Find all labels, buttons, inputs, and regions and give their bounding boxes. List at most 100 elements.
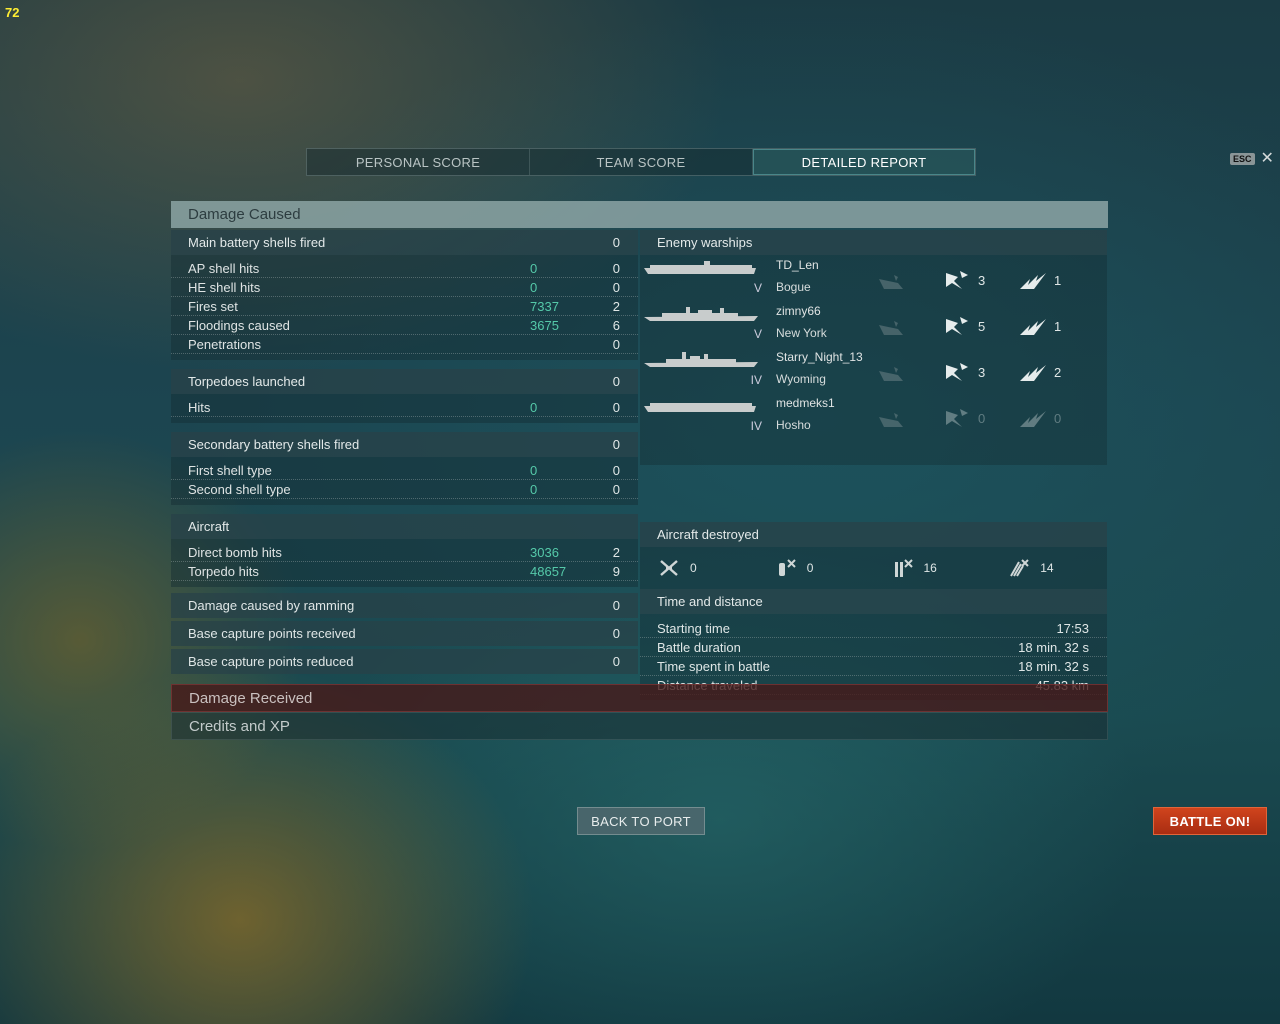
- td-value: 18 min. 32 s: [1018, 658, 1089, 674]
- stat-damage: 0: [530, 279, 538, 295]
- close-control[interactable]: ESC ✕: [1230, 151, 1274, 167]
- enemy-warships-header: Enemy warships: [640, 230, 1107, 255]
- damage-stats-column: Main battery shells fired 0 AP shell hit…: [171, 230, 638, 677]
- carrier-silhouette-icon: [644, 403, 756, 412]
- tab-personal-score[interactable]: PERSONAL SCORE: [307, 149, 530, 175]
- stat-row: Fires set 7337 2: [171, 297, 638, 316]
- player-name: TD_Len: [776, 258, 819, 272]
- sunk-indicator: [876, 361, 906, 383]
- tab-bar: PERSONAL SCORE TEAM SCORE DETAILED REPOR…: [306, 148, 976, 176]
- aircraft-rows: Direct bomb hits 3036 2 Torpedo hits 48657 9: [171, 539, 638, 587]
- credits-xp-header[interactable]: Credits and XP: [171, 712, 1108, 740]
- critical-hit-icon: [1020, 365, 1046, 381]
- stat-label: Torpedo hits: [188, 563, 259, 579]
- player-name: zimny66: [776, 304, 821, 318]
- stat-row: Hits 0 0: [171, 398, 638, 417]
- crit-count: 1: [1054, 318, 1062, 334]
- stat-count: 0: [612, 399, 620, 415]
- stat-label: Second shell type: [188, 481, 291, 497]
- crit-stat: 1: [1018, 315, 1061, 337]
- stat-count: 0: [612, 462, 620, 478]
- carrier-silhouette-icon: [644, 261, 756, 274]
- base-received-label: Base capture points received: [188, 626, 356, 641]
- stat-row: Torpedo hits 48657 9: [171, 562, 638, 581]
- stat-count: 6: [612, 317, 620, 333]
- crit-count: 2: [1054, 364, 1062, 380]
- aircraft-stat: 0: [640, 557, 757, 579]
- ship-tier: V: [753, 327, 762, 341]
- ship-tier: IV: [750, 373, 762, 387]
- secondary-rows: First shell type 0 0 Second shell type 0 0: [171, 457, 638, 505]
- main-battery-value: 0: [612, 235, 620, 250]
- crit-stat: 0: [1018, 407, 1061, 429]
- ship-tier: V: [753, 281, 762, 295]
- base-reduced-value: 0: [612, 654, 620, 669]
- stat-damage: 3675: [530, 317, 559, 333]
- torpedoes-value: 0: [612, 374, 620, 389]
- ramming-label: Damage caused by ramming: [188, 598, 355, 613]
- enemy-warships-title: Enemy warships: [657, 235, 753, 250]
- battleship-silhouette-icon: [644, 352, 758, 367]
- fire-count: 5: [978, 318, 986, 334]
- crit-count: 0: [1054, 410, 1062, 426]
- close-icon[interactable]: ✕: [1261, 151, 1274, 167]
- stat-count: 2: [612, 298, 620, 314]
- sunk-indicator: [876, 407, 906, 429]
- dive-bomber-icon: [1010, 559, 1029, 577]
- fire-stat: 3: [942, 269, 985, 291]
- stat-row: First shell type 0 0: [171, 461, 638, 480]
- critical-hit-icon: [1020, 411, 1046, 427]
- base-reduced-label: Base capture points reduced: [188, 654, 354, 669]
- damage-received-header[interactable]: Damage Received: [171, 684, 1108, 712]
- back-to-port-button[interactable]: BACK TO PORT: [577, 807, 705, 835]
- torpedoes-rows: Hits 0 0: [171, 394, 638, 423]
- aircraft-count: 0: [806, 561, 814, 575]
- fire-stat: 0: [942, 407, 985, 429]
- td-value: 17:53: [1056, 620, 1089, 636]
- enemy-ship-row: IV medmeks1 Hosho 0 0: [640, 393, 1107, 439]
- sinking-ship-icon: [879, 275, 903, 289]
- fire-count: 3: [978, 272, 986, 288]
- stat-row: Direct bomb hits 3036 2: [171, 543, 638, 562]
- stat-count: 0: [612, 279, 620, 295]
- crit-count: 1: [1054, 272, 1062, 288]
- ramming-value: 0: [612, 598, 620, 613]
- ship-tier: IV: [750, 419, 762, 433]
- stat-count: 0: [612, 481, 620, 497]
- sinking-ship-icon: [879, 321, 903, 335]
- fps-counter: 72: [5, 5, 20, 20]
- crit-stat: 2: [1018, 361, 1061, 383]
- aircraft-count: 0: [690, 561, 697, 575]
- stat-label: Floodings caused: [188, 317, 290, 333]
- fire-icon: [946, 271, 968, 289]
- secondary-label: Secondary battery shells fired: [188, 437, 360, 452]
- aircraft-destroyed-header: Aircraft destroyed: [640, 522, 1107, 547]
- time-distance-row: Time spent in battle 18 min. 32 s: [640, 657, 1107, 676]
- player-name: Starry_Night_13: [776, 350, 863, 364]
- bomber-icon: [778, 559, 796, 576]
- stat-count: 9: [612, 563, 620, 579]
- main-battery-rows: AP shell hits 0 0 HE shell hits 0 0 Fires se…: [171, 255, 638, 360]
- enemy-ship-row: IV Starry_Night_13 Wyoming 3 2: [640, 347, 1107, 393]
- torpedoes-label: Torpedoes launched: [188, 374, 306, 389]
- time-distance-row: Battle duration 18 min. 32 s: [640, 638, 1107, 657]
- main-battery-label: Main battery shells fired: [188, 235, 326, 250]
- tab-team-score[interactable]: TEAM SCORE: [530, 149, 753, 175]
- aircraft-count: 16: [923, 561, 937, 575]
- time-distance-title: Time and distance: [657, 594, 763, 609]
- base-reduced-row: Base capture points reduced 0: [171, 649, 638, 674]
- aircraft-label: Aircraft: [188, 519, 230, 534]
- fire-icon: [946, 363, 968, 381]
- fire-icon: [946, 409, 968, 427]
- enemy-ship-row: V TD_Len Bogue 3 1: [640, 255, 1107, 301]
- damage-caused-header[interactable]: Damage Caused: [171, 201, 1108, 228]
- torpedo-bomber-icon: [894, 559, 913, 577]
- stat-damage: 48657: [530, 563, 567, 579]
- stat-damage: 0: [530, 399, 538, 415]
- stat-row: Floodings caused 3675 6: [171, 316, 638, 335]
- collapsed-sections: Damage Received Credits and XP: [171, 684, 1108, 740]
- battle-on-button[interactable]: BATTLE ON!: [1153, 807, 1267, 835]
- tab-detailed-report[interactable]: DETAILED REPORT: [753, 149, 975, 175]
- fire-count: 3: [978, 364, 986, 380]
- fire-stat: 3: [942, 361, 985, 383]
